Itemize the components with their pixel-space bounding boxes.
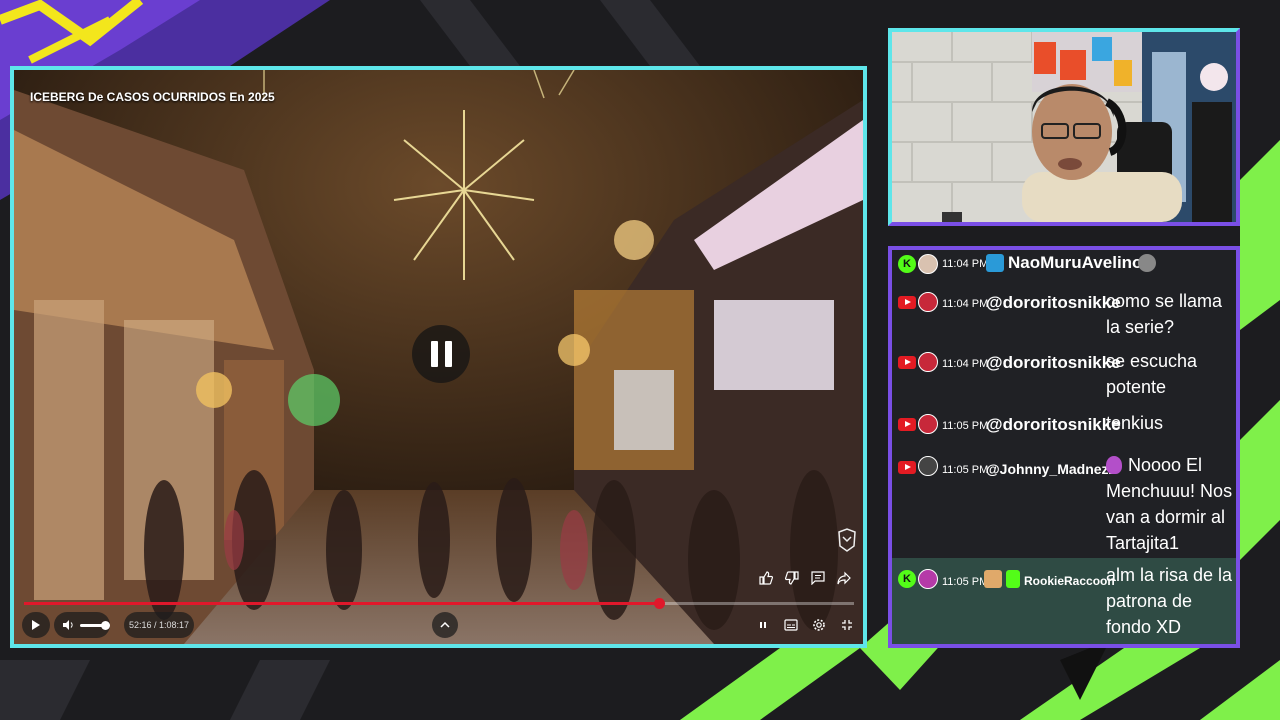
chat-username[interactable]: @dororitosnikke (986, 415, 1121, 435)
subtitles-icon[interactable] (780, 614, 802, 636)
pause-small-icon[interactable] (752, 614, 774, 636)
chat-username[interactable]: @Johnny_Madnezz (986, 461, 1116, 477)
chat-message: K 11:05 PM RookieRaccoon alm la risa de … (892, 558, 1236, 644)
chat-username[interactable]: NaoMuruAvelino (1008, 253, 1142, 273)
comment-icon[interactable] (808, 568, 828, 588)
dislike-icon[interactable] (782, 568, 802, 588)
chat-username[interactable]: @dororitosnikke (986, 293, 1121, 313)
gift-badge-icon (1006, 570, 1020, 588)
user-avatar (918, 292, 938, 312)
chat-message: 11:04 PM @dororitosnikke como se llama l… (892, 286, 1236, 342)
play-button[interactable] (22, 612, 50, 638)
chat-message: 11:05 PM @dororitosnikke tenkius (892, 408, 1236, 438)
youtube-platform-icon (898, 458, 916, 476)
expand-chevron[interactable] (432, 612, 458, 638)
user-badge-icon (986, 254, 1004, 272)
message-time: 11:04 PM (942, 298, 989, 310)
message-time: 11:05 PM (942, 576, 989, 588)
progress-played (24, 602, 660, 605)
video-actions (756, 568, 854, 588)
message-time: 11:05 PM (942, 464, 989, 476)
user-badge-icon (984, 570, 1002, 588)
volume-control[interactable] (54, 612, 110, 638)
user-avatar (918, 414, 938, 434)
emote-icon (1138, 254, 1156, 272)
channel-watermark-icon (838, 528, 856, 552)
pause-icon (430, 341, 438, 367)
chevron-up-icon (440, 621, 450, 628)
chat-message: 11:04 PM @dororitosnikke se escucha pote… (892, 346, 1236, 402)
message-time: 11:04 PM (942, 358, 989, 370)
volume-slider[interactable] (80, 620, 110, 630)
user-avatar (918, 569, 938, 589)
youtube-platform-icon (898, 353, 916, 371)
kick-platform-icon: K (898, 255, 916, 273)
like-icon[interactable] (756, 568, 776, 588)
message-time: 11:05 PM (942, 420, 989, 432)
youtube-platform-icon (898, 415, 916, 433)
emote-icon (1106, 456, 1122, 474)
chat-username[interactable]: RookieRaccoon (1024, 574, 1115, 588)
user-avatar (918, 456, 938, 476)
play-icon (32, 620, 40, 630)
user-avatar (918, 352, 938, 372)
chat-message: 11:05 PM @Johnny_Madnezz Noooo El Menchu… (892, 448, 1236, 556)
chat-message-text: tenkius (1106, 413, 1164, 433)
kick-platform-icon: K (898, 570, 916, 588)
chat-username[interactable]: @dororitosnikke (986, 353, 1121, 373)
pause-button[interactable] (412, 325, 470, 383)
video-player[interactable]: ICEBERG De CASOS OCURRIDOS En 2025 52:16… (10, 66, 867, 648)
chat-message: K 11:04 PM NaoMuruAvelino (892, 250, 1236, 278)
webcam-feed (888, 28, 1240, 226)
volume-knob[interactable] (101, 620, 110, 630)
user-avatar (918, 254, 938, 274)
chat-message-text: Noooo El Menchuuu! Nos van a dormir al T… (1106, 455, 1233, 553)
pause-icon-bar (444, 341, 452, 367)
fullscreen-exit-icon[interactable] (836, 614, 858, 636)
share-icon[interactable] (834, 568, 854, 588)
volume-icon (63, 620, 73, 630)
player-right-controls (752, 612, 858, 638)
video-title: ICEBERG De CASOS OCURRIDOS En 2025 (30, 90, 275, 104)
message-time: 11:04 PM (942, 258, 989, 270)
webcam-image (892, 32, 1236, 222)
time-display: 52:16 / 1:08:17 (124, 612, 194, 638)
player-controls: 52:16 / 1:08:17 (22, 612, 858, 638)
progress-bar[interactable] (24, 598, 854, 609)
settings-gear-icon[interactable] (808, 614, 830, 636)
chat-message-text: se escucha potente (1106, 351, 1198, 397)
chat-message-text: como se llama la serie? (1106, 291, 1223, 337)
chat-panel: K 11:04 PM NaoMuruAvelino 11:04 PM @doro… (888, 246, 1240, 648)
chat-message-text: alm la risa de la patrona de fondo XD (1106, 565, 1233, 637)
youtube-platform-icon (898, 293, 916, 311)
